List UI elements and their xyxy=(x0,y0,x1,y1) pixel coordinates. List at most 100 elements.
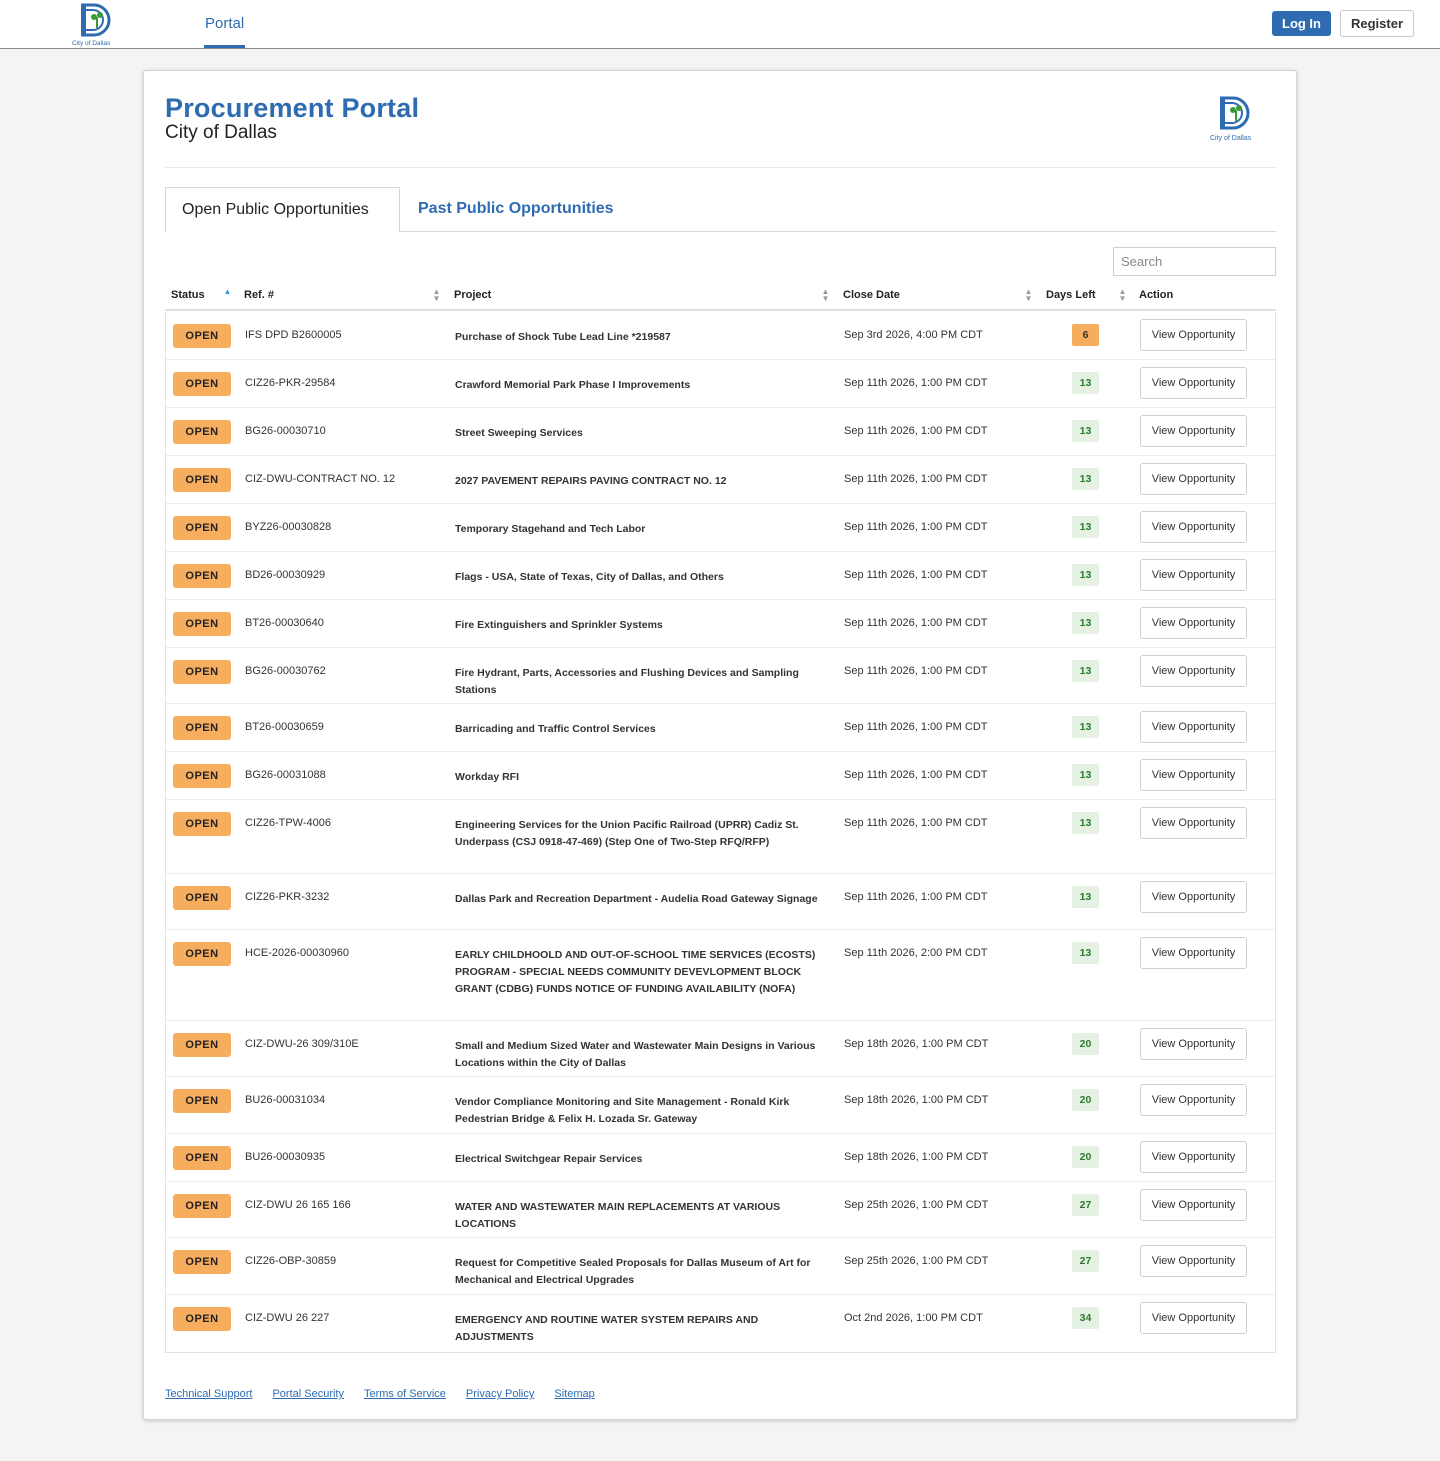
days-left-badge: 13 xyxy=(1072,942,1099,964)
footer-link[interactable]: Sitemap xyxy=(554,1388,594,1400)
days-left-badge: 13 xyxy=(1072,660,1099,682)
header-days-left[interactable]: Days Left xyxy=(1046,281,1096,309)
close-date: Sep 11th 2026, 1:00 PM CDT xyxy=(844,721,988,733)
view-opportunity-button[interactable]: View Opportunity xyxy=(1140,511,1247,543)
table-row: OPEN CIZ26-OBP-30859 Request for Competiti… xyxy=(166,1238,1275,1295)
ref-number: CIZ-DWU-26 309/310E xyxy=(245,1038,359,1050)
view-opportunity-button[interactable]: View Opportunity xyxy=(1140,415,1247,447)
view-opportunity-button[interactable]: View Opportunity xyxy=(1140,759,1247,791)
view-opportunity-button[interactable]: View Opportunity xyxy=(1140,1302,1247,1334)
project-name: EMERGENCY AND ROUTINE WATER SYSTEM REPAI… xyxy=(455,1314,759,1343)
search-input[interactable] xyxy=(1113,247,1276,276)
header-status[interactable]: Status xyxy=(171,281,205,309)
sort-status-icon[interactable]: ▲ xyxy=(223,288,232,296)
view-opportunity-button[interactable]: View Opportunity xyxy=(1140,559,1247,591)
table-row: OPEN BU26-00031034 Vendor Compliance Monit… xyxy=(166,1077,1275,1134)
table-row: OPEN CIZ26-PKR-3232 Dallas Park and Recrea… xyxy=(166,874,1275,930)
table-row: OPEN CIZ26-PKR-29584 Crawford Memorial Par… xyxy=(166,360,1275,408)
table-row: OPEN HCE-2026-00030960 EARLY CHILDHOOLD AN… xyxy=(166,930,1275,1021)
status-badge: OPEN xyxy=(173,564,231,588)
table-row: OPEN CIZ-DWU 26 227 EMERGENCY AND ROUTINE … xyxy=(166,1295,1275,1352)
days-left-badge: 13 xyxy=(1072,420,1099,442)
city-of-dallas-logo[interactable]: City of Dallas xyxy=(72,2,124,48)
view-opportunity-button[interactable]: View Opportunity xyxy=(1140,319,1247,351)
ref-number: CIZ-DWU 26 165 166 xyxy=(245,1199,351,1211)
status-badge: OPEN xyxy=(173,516,231,540)
project-name: Crawford Memorial Park Phase I Improveme… xyxy=(455,379,691,391)
table-row: OPEN BG26-00030762 Fire Hydrant, Parts, Ac… xyxy=(166,648,1275,704)
footer-links: Technical Support Portal Security Terms of… xyxy=(165,1388,615,1400)
status-badge: OPEN xyxy=(173,886,231,910)
view-opportunity-button[interactable]: View Opportunity xyxy=(1140,1189,1247,1221)
sort-project-icon[interactable]: ▲ ▼ xyxy=(821,288,830,303)
header-divider xyxy=(165,167,1276,168)
table-row: OPEN IFS DPD B2600005 Purchase of Shock Tu… xyxy=(166,312,1275,360)
tab-past-opportunities[interactable]: Past Public Opportunities xyxy=(402,187,630,233)
ref-number: BG26-00030762 xyxy=(245,665,326,677)
days-left-badge: 6 xyxy=(1072,324,1099,346)
view-opportunity-button[interactable]: View Opportunity xyxy=(1140,463,1247,495)
view-opportunity-button[interactable]: View Opportunity xyxy=(1140,1084,1247,1116)
days-left-badge: 13 xyxy=(1072,612,1099,634)
footer-link[interactable]: Portal Security xyxy=(272,1388,344,1400)
footer-link[interactable]: Privacy Policy xyxy=(466,1388,534,1400)
ref-number: CIZ26-OBP-30859 xyxy=(245,1255,337,1267)
days-left-badge: 13 xyxy=(1072,516,1099,538)
view-opportunity-button[interactable]: View Opportunity xyxy=(1140,881,1247,913)
close-date: Sep 11th 2026, 1:00 PM CDT xyxy=(844,617,988,629)
close-date: Sep 11th 2026, 1:00 PM CDT xyxy=(844,665,988,677)
view-opportunity-button[interactable]: View Opportunity xyxy=(1140,367,1247,399)
status-badge: OPEN xyxy=(173,1089,231,1113)
view-opportunity-button[interactable]: View Opportunity xyxy=(1140,1245,1247,1277)
close-date: Oct 2nd 2026, 1:00 PM CDT xyxy=(844,1312,983,1324)
sort-close-date-icon[interactable]: ▲ ▼ xyxy=(1024,288,1033,303)
view-opportunity-button[interactable]: View Opportunity xyxy=(1140,607,1247,639)
days-left-badge: 13 xyxy=(1072,716,1099,738)
footer-link[interactable]: Terms of Service xyxy=(364,1388,446,1400)
view-opportunity-button[interactable]: View Opportunity xyxy=(1140,807,1247,839)
status-badge: OPEN xyxy=(173,942,231,966)
sort-ref-icon[interactable]: ▲ ▼ xyxy=(432,288,441,303)
table-row: OPEN BT26-00030640 Fire Extinguishers and … xyxy=(166,600,1275,648)
view-opportunity-button[interactable]: View Opportunity xyxy=(1140,655,1247,687)
days-left-badge: 13 xyxy=(1072,468,1099,490)
close-date: Sep 11th 2026, 1:00 PM CDT xyxy=(844,769,988,781)
table-header: Status ▲ Ref. # ▲ ▼ Project ▲ ▼ Close Date… xyxy=(165,281,1276,311)
header-project[interactable]: Project xyxy=(454,281,491,309)
close-date: Sep 11th 2026, 1:00 PM CDT xyxy=(844,521,988,533)
ref-number: CIZ-DWU-CONTRACT NO. 12 xyxy=(245,473,396,485)
page-title: Procurement Portal xyxy=(165,93,420,123)
project-name: Fire Extinguishers and Sprinkler Systems xyxy=(455,619,663,631)
ref-number: BT26-00030640 xyxy=(245,617,324,629)
project-name: Dallas Park and Recreation Department - … xyxy=(455,893,818,905)
ref-number: CIZ-DWU 26 227 xyxy=(245,1312,330,1324)
view-opportunity-button[interactable]: View Opportunity xyxy=(1140,937,1247,969)
register-button[interactable]: Register xyxy=(1340,10,1414,37)
opportunities-table: OPEN IFS DPD B2600005 Purchase of Shock Tu… xyxy=(165,312,1276,1353)
status-badge: OPEN xyxy=(173,1307,231,1331)
days-left-badge: 20 xyxy=(1072,1146,1099,1168)
header-close-date[interactable]: Close Date xyxy=(843,281,900,309)
project-name: Flags - USA, State of Texas, City of Dal… xyxy=(455,571,724,583)
view-opportunity-button[interactable]: View Opportunity xyxy=(1140,1028,1247,1060)
project-name: Engineering Services for the Union Pacif… xyxy=(455,819,799,848)
login-button[interactable]: Log In xyxy=(1272,11,1331,36)
sort-days-left-icon[interactable]: ▲ ▼ xyxy=(1118,288,1127,303)
table-row: OPEN CIZ-DWU 26 165 166 WATER AND WASTEWAT… xyxy=(166,1182,1275,1238)
table-row: OPEN BG26-00030710 Street Sweeping Service… xyxy=(166,408,1275,456)
table-row: OPEN BYZ26-00030828 Temporary Stagehand an… xyxy=(166,504,1275,552)
footer-link[interactable]: Technical Support xyxy=(165,1388,252,1400)
close-date: Sep 11th 2026, 1:00 PM CDT xyxy=(844,473,988,485)
nav-tab-portal[interactable]: Portal xyxy=(204,0,246,48)
ref-number: BD26-00030929 xyxy=(245,569,326,581)
status-badge: OPEN xyxy=(173,612,231,636)
status-badge: OPEN xyxy=(173,1033,231,1057)
project-name: Temporary Stagehand and Tech Labor xyxy=(455,523,646,535)
status-badge: OPEN xyxy=(173,1194,231,1218)
view-opportunity-button[interactable]: View Opportunity xyxy=(1140,711,1247,743)
project-name: 2027 PAVEMENT REPAIRS PAVING CONTRACT NO… xyxy=(455,475,727,487)
header-ref[interactable]: Ref. # xyxy=(244,281,274,309)
status-badge: OPEN xyxy=(173,716,231,740)
view-opportunity-button[interactable]: View Opportunity xyxy=(1140,1141,1247,1173)
tab-open-opportunities[interactable]: Open Public Opportunities xyxy=(165,187,400,233)
